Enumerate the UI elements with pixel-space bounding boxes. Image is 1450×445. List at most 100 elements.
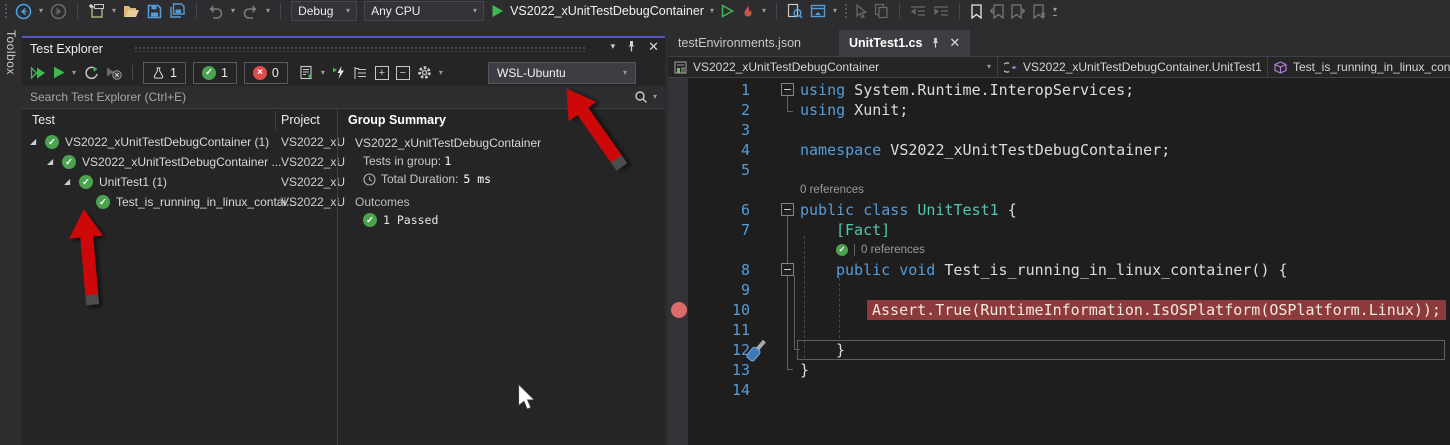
code-editor[interactable]: 1using System.Runtime.InteropServices;2u…	[668, 78, 1450, 445]
toolbar-overflow-chevron[interactable]: ▾	[1053, 6, 1057, 16]
pin-icon[interactable]	[626, 40, 637, 53]
run-all-tests-icon[interactable]	[30, 66, 46, 80]
playlist-chevron[interactable]: ▾	[321, 69, 325, 77]
test-label[interactable]: Test_is_running_in_linux_contai...	[116, 195, 296, 209]
breakpoint-margin[interactable]	[668, 78, 688, 445]
mouse-cursor	[517, 383, 539, 414]
test-project: VS2022_xU	[281, 155, 345, 169]
column-test[interactable]: Test	[32, 113, 55, 127]
group-summary-title: Group Summary	[348, 113, 446, 127]
type-dropdown[interactable]: VS2022_xUnitTestDebugContainer.UnitTest1…	[998, 57, 1268, 77]
window-position-chevron[interactable]: ▾	[611, 42, 616, 51]
test-settings-gear-icon[interactable]	[417, 65, 432, 80]
undo-chevron[interactable]: ▾	[231, 7, 235, 15]
open-folder-icon[interactable]	[123, 4, 140, 19]
test-tree-row[interactable]: Test_is_running_in_linux_contai...VS2022…	[22, 192, 337, 212]
solution-platform-dropdown[interactable]: Any CPU▾	[364, 1, 484, 21]
new-project-icon[interactable]	[88, 3, 105, 20]
editor-group: testEnvironments.json UnitTest1.cs ✕ VS2…	[668, 30, 1450, 445]
fold-collapse-icon[interactable]	[781, 83, 794, 96]
hot-reload-chevron[interactable]: ▾	[762, 7, 766, 15]
total-tests-filter[interactable]: 1	[143, 62, 186, 84]
tab-pin-icon[interactable]	[930, 37, 941, 49]
start-debugging-button[interactable]: VS2022_xUnitTestDebugContainer ▾	[491, 4, 714, 18]
tree-expand-caret-icon[interactable]: ◢	[30, 137, 36, 146]
test-tree-row[interactable]: ◢VS2022_xUnitTestDebugContainer (1)VS202…	[22, 132, 337, 152]
solution-configuration-dropdown[interactable]: Debug▾	[291, 1, 357, 21]
previous-bookmark-icon[interactable]	[990, 4, 1004, 19]
toolbox-tab[interactable]: Toolbox	[4, 30, 18, 75]
navigate-forward-icon[interactable]	[50, 3, 67, 20]
project-dropdown[interactable]: VS2022_xUnitTestDebugContainer ▾	[668, 57, 998, 77]
selection-pointer-icon[interactable]	[855, 4, 867, 19]
member-dropdown[interactable]: Test_is_running_in_linux_conta	[1268, 57, 1450, 77]
collapse-all-icon[interactable]: −	[396, 66, 410, 80]
tree-expand-caret-icon[interactable]: ◢	[64, 177, 70, 186]
debug-last-run-icon[interactable]	[332, 65, 346, 80]
repeat-last-run-icon[interactable]	[83, 65, 99, 80]
line-number: 11	[698, 320, 750, 340]
test-tree-row[interactable]: ◢VS2022_xUnitTestDebugContainer ...VS202…	[22, 152, 337, 172]
test-tree-row[interactable]: ◢UnitTest1 (1)VS2022_xU	[22, 172, 337, 192]
search-options-chevron[interactable]: ▾	[653, 93, 657, 101]
codelens-references[interactable]: 0 references	[800, 180, 864, 200]
navigate-back-icon[interactable]	[15, 3, 32, 20]
run-tests-icon[interactable]	[53, 66, 65, 79]
next-bookmark-icon[interactable]	[1011, 4, 1025, 19]
undo-icon[interactable]	[207, 4, 224, 19]
test-passed-icon	[45, 135, 59, 149]
code-line: }	[800, 360, 809, 380]
tab-testenvironments-json[interactable]: testEnvironments.json	[668, 30, 838, 56]
test-project: VS2022_xU	[281, 195, 345, 209]
redo-chevron[interactable]: ▾	[266, 7, 270, 15]
start-without-debugging-icon[interactable]	[721, 4, 734, 18]
column-divider[interactable]	[275, 111, 276, 130]
tab-unittest1-cs[interactable]: UnitTest1.cs ✕	[839, 30, 970, 56]
passed-tests-filter[interactable]: 1	[193, 62, 237, 84]
fold-collapse-icon[interactable]	[781, 203, 794, 216]
test-label[interactable]: VS2022_xUnitTestDebugContainer ...	[82, 155, 281, 169]
code-line: public void Test_is_running_in_linux_con…	[836, 260, 1288, 280]
redo-icon[interactable]	[242, 4, 259, 19]
tests-in-group: Tests in group: 1	[363, 154, 451, 168]
save-icon[interactable]	[147, 4, 162, 19]
fold-collapse-icon[interactable]	[781, 263, 794, 276]
expand-all-icon[interactable]: +	[375, 66, 389, 80]
increase-indent-icon[interactable]	[933, 5, 949, 18]
titlebar-drag-handle[interactable]	[134, 46, 587, 52]
line-number: 7	[698, 220, 750, 240]
browser-link-chevron[interactable]: ▾	[833, 7, 837, 15]
code-line: using System.Runtime.InteropServices;	[800, 80, 1134, 100]
close-icon[interactable]: ✕	[648, 40, 659, 53]
cancel-run-icon[interactable]	[106, 65, 122, 80]
test-environment-dropdown[interactable]: WSL-Ubuntu ▾	[488, 62, 636, 84]
group-by-icon[interactable]	[353, 66, 368, 80]
run-dropdown-chevron[interactable]: ▾	[72, 69, 76, 77]
find-in-files-icon[interactable]	[787, 3, 803, 19]
failed-tests-filter[interactable]: 0	[244, 62, 288, 84]
hot-reload-icon[interactable]	[741, 4, 755, 19]
test-label[interactable]: UnitTest1 (1)	[99, 175, 167, 189]
toolbar-grip-2[interactable]	[844, 3, 848, 19]
search-icon[interactable]	[634, 90, 648, 104]
settings-chevron[interactable]: ▾	[439, 69, 443, 77]
column-project[interactable]: Project	[281, 113, 320, 127]
copy-paste-icon[interactable]	[874, 3, 889, 19]
indent-guide	[839, 278, 840, 338]
debug-config-label: Debug	[298, 4, 333, 18]
toolbar-grip[interactable]	[4, 3, 8, 19]
test-label[interactable]: VS2022_xUnitTestDebugContainer (1)	[65, 135, 269, 149]
decrease-indent-icon[interactable]	[910, 5, 926, 18]
tab-close-icon[interactable]: ✕	[949, 35, 960, 51]
toggle-bookmark-icon[interactable]	[970, 4, 983, 19]
clear-bookmarks-icon[interactable]	[1032, 4, 1046, 19]
playlist-icon[interactable]	[299, 65, 314, 80]
tree-expand-caret-icon[interactable]: ◢	[47, 157, 53, 166]
breakpoint-icon[interactable]	[671, 302, 687, 318]
codelens-references[interactable]: |0 references	[836, 240, 925, 260]
back-dropdown-chevron[interactable]: ▾	[39, 7, 43, 15]
outcome-passed: 1 Passed	[363, 213, 438, 227]
browser-link-icon[interactable]	[810, 4, 826, 19]
new-project-chevron[interactable]: ▾	[112, 7, 116, 15]
save-all-icon[interactable]	[169, 3, 186, 19]
